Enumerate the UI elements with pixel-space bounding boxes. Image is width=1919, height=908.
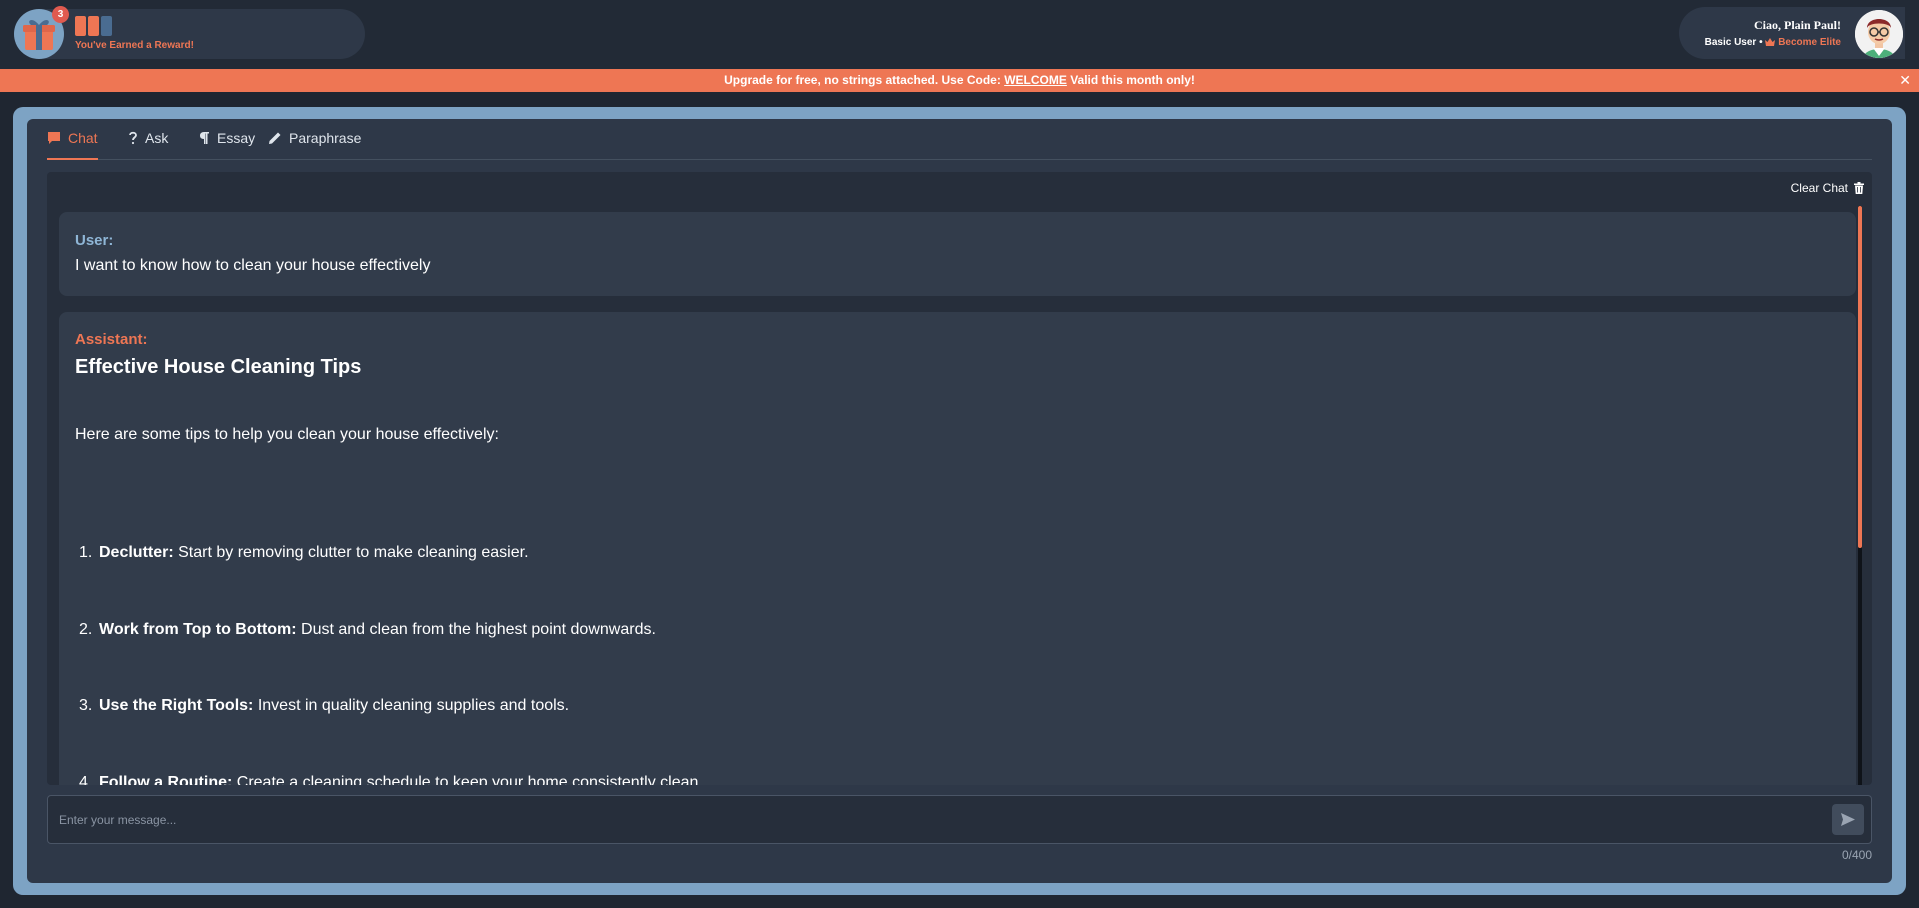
message-composer bbox=[47, 795, 1872, 844]
reward-segment bbox=[75, 16, 86, 36]
assistant-message: Assistant: Effective House Cleaning Tips… bbox=[59, 312, 1856, 785]
main-frame: Chat Ask Essay Paraphrase Clear Chat Use… bbox=[13, 107, 1906, 895]
trash-icon bbox=[1854, 182, 1864, 194]
chat-bubble-icon bbox=[48, 132, 60, 144]
chat-history[interactable]: Clear Chat User: I want to know how to c… bbox=[47, 172, 1872, 785]
gift-button[interactable]: 3 bbox=[14, 6, 69, 59]
reward-segment bbox=[88, 16, 99, 36]
list-item: 2. Work from Top to Bottom: Dust and clea… bbox=[79, 621, 656, 638]
promo-code: WELCOME bbox=[1004, 73, 1067, 87]
main-panel: Chat Ask Essay Paraphrase Clear Chat Use… bbox=[27, 119, 1892, 883]
message-role: Assistant: bbox=[75, 331, 148, 348]
message-text: I want to know how to clean your house e… bbox=[75, 257, 431, 274]
crown-icon bbox=[1765, 38, 1776, 46]
scrollbar-thumb[interactable] bbox=[1858, 206, 1862, 548]
close-banner-button[interactable]: ✕ bbox=[1899, 69, 1911, 92]
pencil-icon bbox=[269, 132, 281, 144]
user-greeting: Ciao, Plain Paul! bbox=[1753, 18, 1841, 32]
question-icon bbox=[129, 131, 137, 145]
tab-chat[interactable]: Chat bbox=[47, 130, 98, 160]
promo-text-start: Upgrade for free, no strings attached. U… bbox=[724, 73, 1005, 87]
list-item: 3. Use the Right Tools: Invest in quality… bbox=[79, 697, 570, 714]
user-message: User: I want to know how to clean your h… bbox=[59, 212, 1856, 296]
paragraph-icon bbox=[200, 132, 209, 144]
message-role: User: bbox=[75, 232, 114, 249]
promo-text-end: Valid this month only! bbox=[1066, 73, 1195, 87]
character-counter: 0/400 bbox=[1841, 848, 1872, 862]
response-title: Effective House Cleaning Tips bbox=[75, 356, 362, 378]
tier-separator: • bbox=[1759, 37, 1763, 48]
list-item: 1. Declutter: Start by removing clutter t… bbox=[79, 544, 529, 561]
promo-banner: Upgrade for free, no strings attached. U… bbox=[0, 69, 1919, 92]
user-tier: Basic User bbox=[1704, 37, 1757, 48]
clear-chat-button[interactable]: Clear Chat bbox=[1791, 181, 1864, 195]
tab-ask[interactable]: Ask bbox=[128, 130, 168, 160]
tab-essay[interactable]: Essay bbox=[199, 130, 255, 160]
user-avatar-illustration bbox=[1855, 10, 1903, 58]
gift-icon bbox=[23, 19, 55, 50]
top-bar: 3 You've Earned a Reward! Ciao, Plain Pa… bbox=[0, 0, 1919, 69]
message-input[interactable] bbox=[59, 796, 1759, 843]
user-tier-line: Basic User • Become Elite bbox=[1705, 37, 1841, 48]
tab-paraphrase[interactable]: Paraphrase bbox=[268, 130, 361, 160]
become-elite-link[interactable]: Become Elite bbox=[1765, 37, 1841, 48]
send-icon bbox=[1841, 813, 1855, 826]
reward-widget[interactable]: 3 You've Earned a Reward! bbox=[14, 6, 365, 59]
list-item: 4. Follow a Routine: Create a cleaning sc… bbox=[79, 774, 703, 785]
avatar[interactable] bbox=[1855, 10, 1903, 58]
reward-segment bbox=[101, 16, 112, 36]
reward-progress bbox=[75, 16, 112, 36]
reward-text: You've Earned a Reward! bbox=[75, 40, 194, 51]
response-intro: Here are some tips to help you clean you… bbox=[75, 426, 499, 443]
mode-tabs: Chat Ask Essay Paraphrase bbox=[47, 119, 1872, 160]
send-button[interactable] bbox=[1832, 804, 1864, 835]
notification-badge: 3 bbox=[52, 6, 69, 23]
